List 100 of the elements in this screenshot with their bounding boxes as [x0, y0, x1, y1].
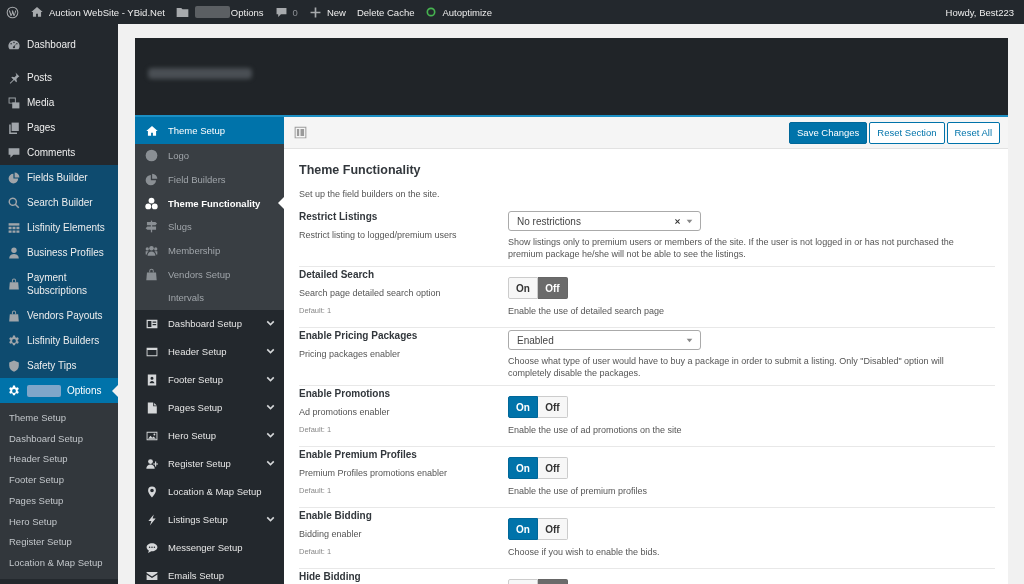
comments-link[interactable]: 0: [275, 6, 298, 18]
speech-bubble-icon: [8, 146, 20, 159]
person-icon: [8, 246, 20, 259]
field-title: Enable Promotions: [299, 387, 392, 401]
menu-item[interactable]: Dashboard: [0, 32, 118, 57]
gauge-icon: [8, 38, 20, 51]
menu-item[interactable]: Business Profiles: [0, 240, 118, 265]
nav-item[interactable]: Register Setup: [135, 449, 284, 478]
chat-icon: [146, 541, 158, 554]
field-subtitle: Restrict listing to logged/premium users: [299, 229, 458, 242]
bolt-icon: [146, 513, 158, 526]
nav-item[interactable]: Dashboard Setup: [135, 309, 284, 338]
submenu-item[interactable]: Theme Setup: [0, 408, 118, 429]
dropdown-field[interactable]: No restrictions: [508, 211, 701, 231]
menu-item[interactable]: Comments: [0, 140, 118, 165]
nav-item[interactable]: Footer Setup: [135, 365, 284, 394]
nav-item[interactable]: Hero Setup: [135, 421, 284, 450]
nav-subitem[interactable]: Logo: [135, 144, 284, 168]
field-description: Enable the use of detailed search page: [508, 305, 666, 317]
menu-item[interactable]: Safety Tips: [0, 353, 118, 378]
submenu-item[interactable]: Pages Setup: [0, 490, 118, 512]
contact-card-icon: [146, 373, 158, 386]
account-greeting[interactable]: Howdy, Best223: [945, 6, 1014, 18]
nav-item[interactable]: Header Setup: [135, 337, 284, 366]
menu-item[interactable]: Fields Builder: [0, 165, 118, 190]
switch-option[interactable]: Off: [538, 518, 568, 540]
menu-item[interactable]: Options: [0, 378, 118, 403]
nav-subitem[interactable]: Slugs: [135, 215, 284, 239]
nav-item[interactable]: Messenger Setup: [135, 533, 284, 562]
submenu-item[interactable]: Register Setup: [0, 532, 118, 553]
bag-icon: [8, 309, 20, 322]
signpost-icon: [145, 220, 158, 234]
delete-cache-link[interactable]: Delete Cache: [356, 6, 415, 18]
menu-item[interactable]: Posts: [0, 65, 118, 90]
nav-item[interactable]: Listings Setup: [135, 505, 284, 534]
window-icon: [146, 345, 158, 358]
save-changes-button[interactable]: Save Changes: [789, 121, 868, 144]
envelope-icon: [146, 569, 158, 582]
menu-item[interactable]: Pages: [0, 115, 118, 140]
nav-subitem[interactable]: Membership: [135, 238, 284, 263]
pie-chart-icon: [145, 173, 158, 187]
clear-icon: [674, 217, 681, 225]
field-subtitle: Ad promotions enabler: [299, 406, 391, 419]
menu-item[interactable]: Payment Subscriptions: [0, 265, 118, 303]
switch-option[interactable]: On: [508, 277, 538, 299]
submenu-item[interactable]: Location & Map Setup: [0, 552, 118, 574]
reset-button[interactable]: Reset All: [946, 121, 1000, 144]
field-title: Enable Bidding: [299, 509, 373, 523]
section-title: Theme Functionality: [299, 162, 422, 178]
nav-subitem[interactable]: Vendors Setup: [135, 262, 284, 287]
switch-option[interactable]: On: [508, 518, 538, 540]
reset-button[interactable]: Reset Section: [869, 121, 945, 144]
field-title: Hide Bidding: [299, 570, 362, 584]
field-title: Enable Pricing Packages: [299, 329, 419, 343]
nav-subitem[interactable]: Field Builders: [135, 167, 284, 192]
caret-down-icon: [686, 336, 693, 344]
nav-item[interactable]: Pages Setup: [135, 393, 284, 422]
menu-item[interactable]: Lisfinity Elements: [0, 215, 118, 240]
switch-option[interactable]: Off: [538, 277, 568, 299]
menu-item[interactable]: Vendors Payouts: [0, 303, 118, 328]
field-title: Enable Premium Profiles: [299, 448, 418, 462]
image-icon: [146, 429, 158, 442]
ring-icon: [426, 7, 437, 17]
home-icon: [31, 6, 43, 18]
switch-option[interactable]: On: [508, 457, 538, 479]
submenu-item[interactable]: Header Setup: [0, 449, 118, 471]
user-plus-icon: [146, 457, 158, 470]
id-card-icon: [146, 317, 158, 330]
caret-down-icon: [686, 217, 693, 225]
menu-item[interactable]: Lisfinity Builders: [0, 328, 118, 353]
switch-option[interactable]: On: [508, 396, 538, 418]
submenu-item[interactable]: Footer Setup: [0, 470, 118, 491]
field-description: Enable the use of premium profiles: [508, 485, 649, 497]
new-link[interactable]: New: [309, 6, 346, 18]
field-subtitle: Search page detailed search option: [299, 287, 442, 300]
map-marker-icon: [146, 485, 158, 498]
photos-icon: [8, 96, 20, 109]
table-icon: [8, 221, 20, 234]
file-icon: [146, 401, 158, 414]
options-link[interactable]: Options: [230, 6, 264, 18]
switch-option[interactable]: Off: [538, 457, 568, 479]
speech-bubble-icon: [275, 6, 287, 18]
dropdown-field[interactable]: Enabled: [508, 330, 701, 350]
gear-icon: [8, 384, 20, 397]
nav-subitem[interactable]: Intervals: [135, 286, 284, 310]
menu-item[interactable]: Media: [0, 90, 118, 115]
gear-icon: [8, 334, 20, 347]
site-name-link[interactable]: Auction WebSite - YBid.Net: [31, 6, 165, 18]
bag-icon: [8, 278, 20, 290]
field-subtitle: Premium Profiles promotions enabler: [299, 467, 449, 480]
layout-icon[interactable]: [294, 126, 307, 139]
menu-item[interactable]: Search Builder: [0, 190, 118, 215]
switch-option[interactable]: Off: [538, 396, 568, 418]
submenu-item[interactable]: Dashboard Setup: [0, 428, 118, 450]
nav-item[interactable]: Theme Setup: [135, 117, 284, 144]
nav-item[interactable]: Location & Map Setup: [135, 477, 284, 506]
submenu-item[interactable]: Hero Setup: [0, 511, 118, 533]
logo-icon[interactable]: [6, 5, 19, 19]
nav-item[interactable]: Emails Setup: [135, 561, 284, 584]
autoptimize-link[interactable]: Autoptimize: [426, 6, 493, 18]
